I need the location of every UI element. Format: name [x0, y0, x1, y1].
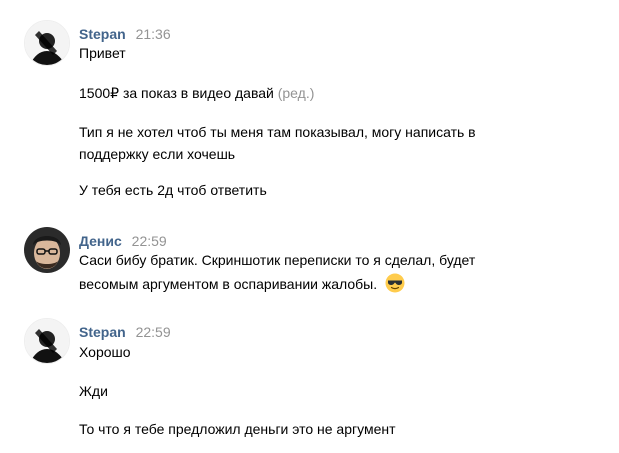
avatar[interactable]	[24, 318, 70, 364]
message-text-line: 1500₽ за показ в видео давай (ред.)	[79, 83, 314, 103]
author-name[interactable]: Денис	[79, 233, 122, 249]
message-header: Денис 22:59	[79, 233, 167, 249]
message-text: Саси бибу братик. Скриншотик переписки т…	[79, 252, 476, 268]
message-header: Stepan 22:59	[79, 324, 171, 340]
message-text: Тип я не хотел чтоб ты меня там показыва…	[79, 124, 476, 140]
message-text: 1500₽ за показ в видео давай	[79, 85, 274, 101]
message-text: То что я тебе предложил деньги это не ар…	[79, 421, 396, 437]
message-time[interactable]: 22:59	[136, 324, 171, 340]
message-text-line: весомым аргументом в оспаривании жалобы.	[79, 273, 405, 298]
message-text: весомым аргументом в оспаривании жалобы.	[79, 276, 378, 292]
message-text: У тебя есть 2д чтоб ответить	[79, 182, 267, 198]
message-text: Привет	[79, 45, 126, 61]
message-text: Жди	[79, 383, 108, 399]
avatar[interactable]	[24, 20, 70, 66]
author-name[interactable]: Stepan	[79, 324, 126, 340]
message-text: поддержку если хочешь	[79, 146, 236, 162]
sunglasses-emoji-icon	[385, 273, 405, 298]
avatar[interactable]	[24, 227, 70, 273]
edited-label: (ред.)	[277, 85, 315, 101]
message-header: Stepan 21:36	[79, 26, 171, 42]
message-text: Хорошо	[79, 344, 131, 360]
author-name[interactable]: Stepan	[79, 26, 126, 42]
message-time[interactable]: 22:59	[132, 233, 167, 249]
message-time[interactable]: 21:36	[136, 26, 171, 42]
